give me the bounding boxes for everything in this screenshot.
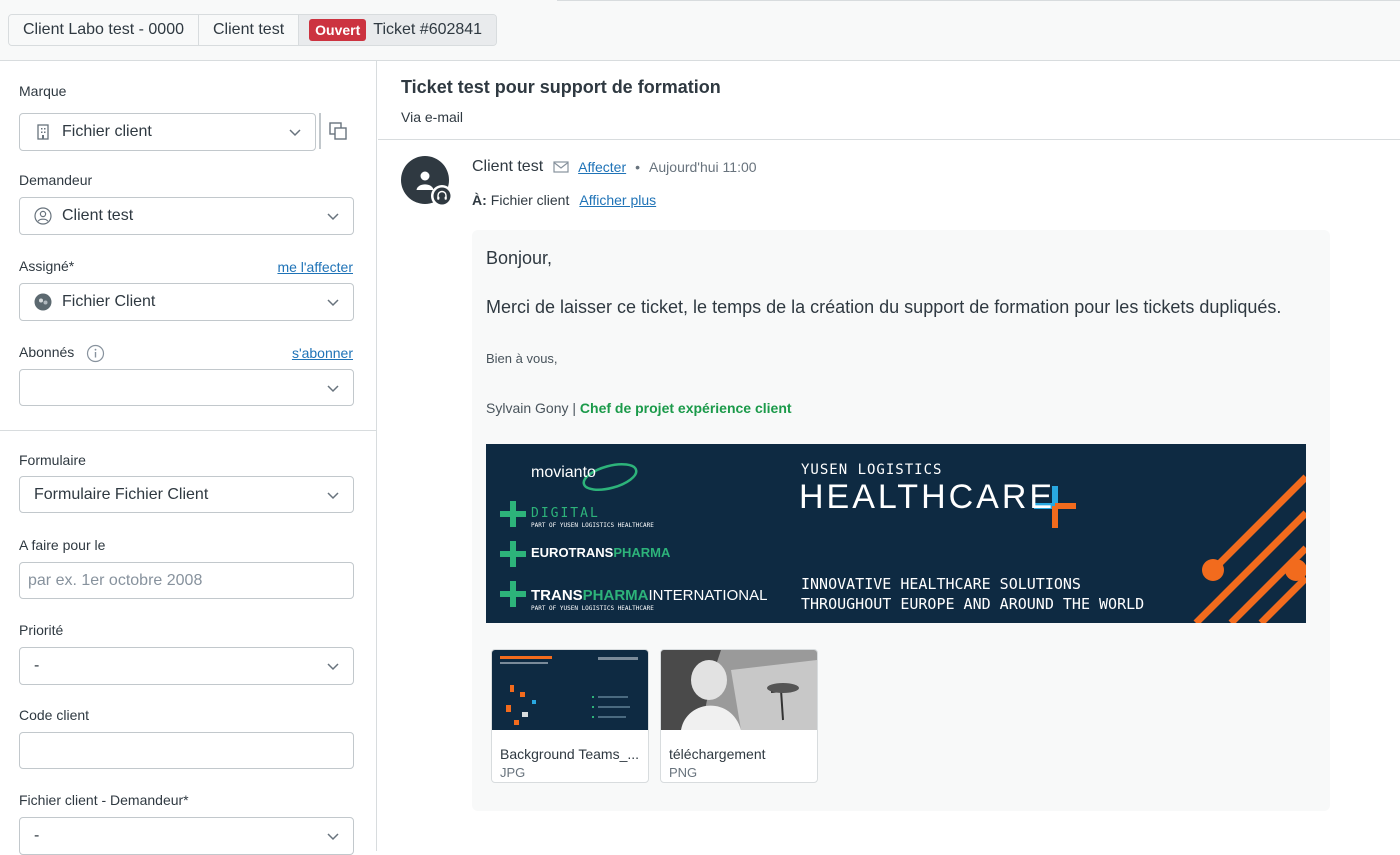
comment-timestamp: Aujourd'hui 11:00 (649, 159, 757, 175)
form-label: Formulaire (19, 452, 86, 468)
chevron-down-icon (327, 491, 339, 499)
headset-icon (433, 187, 451, 205)
top-bar: Client Labo test - 0000 Client test Ouve… (0, 0, 1400, 61)
priority-value: - (34, 657, 40, 674)
copy-icon (329, 122, 347, 140)
recipient-line: À: Fichier client Afficher plus (472, 192, 656, 208)
attachment-type: PNG (669, 765, 698, 780)
follow-link[interactable]: s'abonner (292, 345, 353, 361)
banner-tagline-1: INNOVATIVE HEALTHCARE SOLUTIONS (801, 575, 1081, 593)
top-divider (557, 0, 1400, 1)
assign-link[interactable]: Affecter (578, 159, 626, 175)
digital-logo: DIGITAL (531, 506, 600, 521)
attachment-type: JPG (500, 765, 526, 780)
signature-banner-image: movianto DIGITAL PART OF YUSEN LOGISTICS… (486, 444, 1306, 623)
group-avatar-icon (34, 293, 52, 311)
requester-value: Client test (62, 207, 134, 224)
attachment-thumbnail (661, 650, 817, 730)
user-circle-icon (34, 207, 52, 225)
eurotranspharma-logo: EUROTRANSPHARMA (531, 545, 670, 560)
form-value: Formulaire Fichier Client (34, 485, 209, 503)
agent-badge (431, 185, 453, 207)
followers-label: Abonnés (19, 344, 75, 360)
chevron-down-icon (327, 213, 339, 221)
chevron-down-icon (327, 384, 339, 392)
info-icon[interactable] (86, 344, 105, 363)
yusen-logistics-text: YUSEN LOGISTICS (801, 462, 943, 478)
chevron-down-icon (327, 663, 339, 671)
ticket-channel: Via e-mail (401, 109, 463, 125)
breadcrumb-organization[interactable]: Client Labo test - 0000 (9, 15, 199, 45)
assignee-label: Assigné* (19, 258, 75, 274)
transpharma-tagline: PART OF YUSEN LOGISTICS HEALTHCARE (531, 605, 654, 612)
priority-label: Priorité (19, 622, 64, 638)
status-badge: Ouvert (309, 19, 367, 41)
to-label: À: (472, 192, 487, 208)
eurotranspharma-part-2: PHARMA (613, 545, 671, 560)
message-text: Merci de laisser ce ticket, le temps de … (486, 297, 1282, 317)
banner-tagline-2: THROUGHOUT EUROPE AND AROUND THE WORLD (801, 595, 1145, 613)
transpharma-part-1: TRANS (531, 587, 583, 604)
assign-to-me-link[interactable]: me l'affecter (277, 259, 353, 275)
attachment-name: téléchargement (669, 746, 766, 762)
form-select[interactable]: Formulaire Fichier Client (19, 476, 354, 513)
attachment-card[interactable]: téléchargement PNG (660, 649, 818, 783)
client-file-requester-value: - (34, 827, 40, 844)
message-body: Bonjour, Merci de laisser ce ticket, le … (472, 230, 1330, 811)
comment-author[interactable]: Client test (472, 158, 543, 176)
due-date-label: A faire pour le (19, 537, 106, 553)
recipient-value: Fichier client (490, 192, 570, 208)
brand-value: Fichier client (62, 123, 152, 140)
client-file-requester-select[interactable]: - (19, 817, 354, 855)
signature-role: Chef de projet expérience client (579, 400, 792, 416)
requester-select[interactable]: Client test (19, 197, 354, 235)
copy-button[interactable] (319, 113, 355, 149)
attachment-card[interactable]: Background Teams_... JPG (491, 649, 649, 783)
message-signature: Sylvain Gony | Chef de projet expérience… (486, 400, 792, 416)
brand-select[interactable]: Fichier client (19, 113, 316, 151)
comment-header: Client test Affecter • Aujourd'hui 11:00 (472, 158, 757, 176)
chevron-down-icon (289, 129, 301, 137)
followers-select[interactable] (19, 369, 354, 406)
client-code-input[interactable] (19, 732, 354, 769)
transpharma-part-3: INTERNATIONAL (648, 587, 768, 604)
building-icon (37, 124, 49, 140)
message-signoff: Bien à vous, (486, 351, 558, 366)
due-date-input[interactable]: par ex. 1er octobre 2008 (19, 562, 354, 599)
brand-label: Marque (19, 83, 67, 99)
priority-select[interactable]: - (19, 647, 354, 685)
movianto-logo: movianto (531, 464, 596, 481)
separator-dot: • (635, 159, 641, 175)
breadcrumb-ticket[interactable]: Ouvert Ticket #602841 (299, 15, 497, 45)
sidebar-divider (0, 430, 376, 431)
chevron-down-icon (327, 833, 339, 841)
ticket-properties-panel: Marque Fichier client Demandeur Client t… (0, 61, 377, 855)
ticket-number: Ticket #602841 (373, 21, 483, 38)
requester-label: Demandeur (19, 172, 93, 188)
client-file-requester-label: Fichier client - Demandeur* (19, 792, 189, 808)
transpharma-logo: TRANSPHARMAINTERNATIONAL (531, 587, 767, 604)
conversation-panel: Ticket test pour support de formation Vi… (378, 61, 1400, 851)
ticket-header: Ticket test pour support de formation Vi… (378, 61, 1400, 140)
transpharma-part-2: PHARMA (582, 587, 649, 604)
ticket-title[interactable]: Ticket test pour support de formation (401, 77, 721, 98)
show-more-link[interactable]: Afficher plus (579, 192, 656, 208)
client-code-label: Code client (19, 707, 90, 723)
assignee-select[interactable]: Fichier Client (19, 283, 354, 321)
eurotranspharma-part-1: EUROTRANS (531, 545, 614, 560)
attachment-name: Background Teams_... (500, 746, 640, 762)
breadcrumb: Client Labo test - 0000 Client test Ouve… (8, 14, 498, 46)
envelope-icon (553, 161, 569, 173)
digital-tagline: PART OF YUSEN LOGISTICS HEALTHCARE (531, 522, 654, 529)
breadcrumb-requester[interactable]: Client test (199, 15, 300, 45)
attachments-list: Background Teams_... JPG téléchargement … (491, 649, 818, 783)
attachment-thumbnail (492, 650, 648, 730)
message-greeting: Bonjour, (486, 248, 553, 268)
healthcare-text: HEALTHCARE (799, 478, 1056, 516)
chevron-down-icon (327, 299, 339, 307)
assignee-value: Fichier Client (62, 293, 156, 310)
signature-name: Sylvain Gony | (486, 400, 580, 416)
